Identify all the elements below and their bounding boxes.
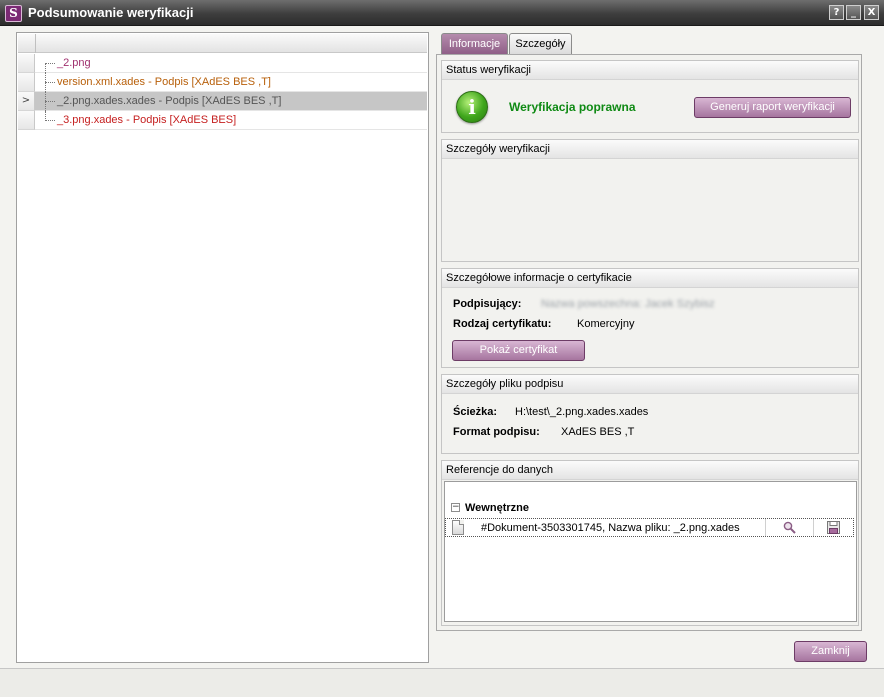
- tree-header: [18, 34, 427, 53]
- cert-type-value: Komercyjny: [577, 318, 635, 330]
- info-icon: i: [456, 91, 488, 123]
- path-value: H:\test\_2.png.xades.xades: [515, 406, 649, 418]
- window-title: Podsumowanie weryfikacji: [28, 5, 194, 20]
- details-group-title: Szczegóły weryfikacji: [442, 140, 858, 159]
- tree-item-label: version.xml.xades - Podpis [XAdES BES ,T…: [57, 76, 271, 88]
- status-group-title: Status weryfikacji: [442, 61, 858, 80]
- save-icon[interactable]: [827, 521, 840, 534]
- format-label: Format podpisu:: [453, 426, 540, 438]
- signer-value: Nazwa powszechna: Jacek Szybisz: [541, 298, 715, 310]
- close-button[interactable]: Zamknij: [794, 641, 867, 662]
- tree-line: [45, 82, 55, 83]
- row-indicator[interactable]: [18, 73, 35, 92]
- tree-line: [45, 120, 55, 121]
- tree-line: [45, 63, 46, 73]
- tab-szczegoly[interactable]: Szczegóły: [509, 33, 572, 54]
- tree-item-label: _2.png: [57, 57, 91, 69]
- collapse-icon[interactable]: −: [451, 503, 460, 512]
- signature-file-group: Szczegóły pliku podpisu: [441, 374, 859, 454]
- path-label: Ścieżka:: [453, 406, 498, 418]
- row-indicator-selected[interactable]: >: [18, 92, 35, 111]
- show-certificate-button[interactable]: Pokaż certyfikat: [452, 340, 585, 361]
- signer-label: Podpisujący:: [453, 298, 522, 310]
- tree-item-3-png-xades[interactable]: _3.png.xades - Podpis [XAdES BES]: [35, 111, 427, 130]
- row-indicator[interactable]: [18, 54, 35, 73]
- status-bar: [0, 668, 884, 697]
- signature-tree[interactable]: _2.png version.xml.xades - Podpis [XAdES…: [16, 32, 429, 663]
- tree-item-label: _3.png.xades - Podpis [XAdES BES]: [57, 114, 237, 126]
- row-indicator[interactable]: [18, 111, 35, 130]
- tab-informacje[interactable]: Informacje: [441, 33, 508, 54]
- magnify-icon[interactable]: [783, 521, 796, 534]
- column-divider: [765, 519, 766, 536]
- document-icon: [452, 520, 464, 535]
- status-text: Weryfikacja poprawna: [509, 100, 636, 114]
- reference-item-label: #Dokument-3503301745, Nazwa pliku: _2.pn…: [481, 522, 740, 534]
- minimize-button[interactable]: _: [846, 5, 861, 20]
- tree-header-divider: [35, 34, 36, 53]
- generate-report-button[interactable]: Generuj raport weryfikacji: [694, 97, 851, 118]
- cert-type-label: Rodzaj certyfikatu:: [453, 318, 552, 330]
- tree-line: [45, 101, 55, 102]
- app-icon: S: [5, 5, 22, 22]
- tree-item-png[interactable]: _2.png: [35, 54, 427, 73]
- tree-item-version-xades[interactable]: version.xml.xades - Podpis [XAdES BES ,T…: [35, 73, 427, 92]
- internal-section-label: Wewnętrzne: [465, 502, 529, 514]
- references-group-title: Referencje do danych: [442, 461, 858, 480]
- tree-line: [45, 63, 55, 64]
- certificate-group-title: Szczegółowe informacje o certyfikacie: [442, 269, 858, 288]
- help-button[interactable]: ?: [829, 5, 844, 20]
- details-group: Szczegóły weryfikacji: [441, 139, 859, 262]
- tree-item-label: _2.png.xades.xades - Podpis [XAdES BES ,…: [57, 95, 282, 107]
- signature-file-group-title: Szczegóły pliku podpisu: [442, 375, 858, 394]
- tree-item-png-xades-xades[interactable]: _2.png.xades.xades - Podpis [XAdES BES ,…: [35, 92, 427, 111]
- format-value: XAdES BES ,T: [561, 426, 635, 438]
- column-divider: [813, 519, 814, 536]
- close-window-button[interactable]: X: [864, 5, 879, 20]
